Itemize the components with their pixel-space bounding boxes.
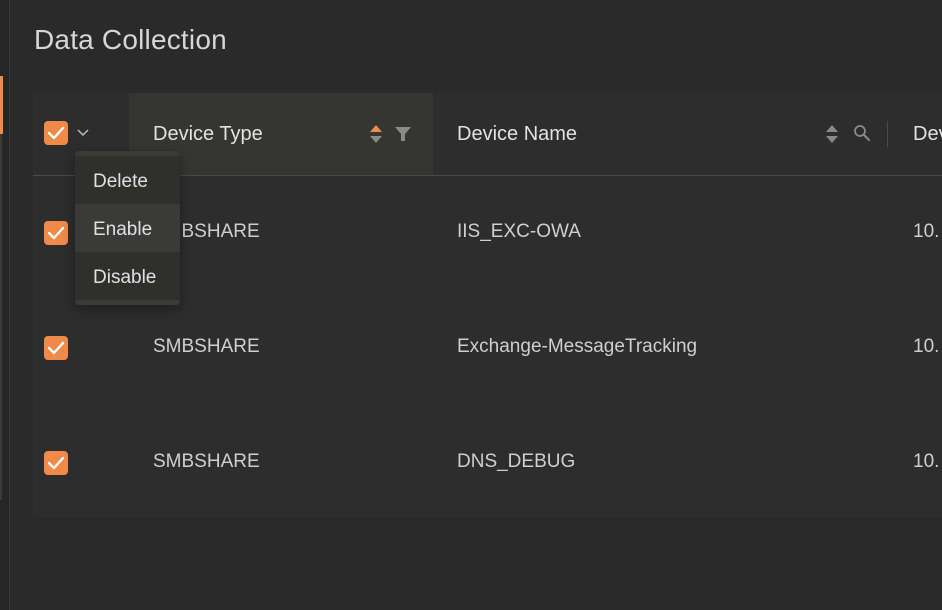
cell-device-type: SMBSHARE [153,336,260,357]
sort-icon[interactable] [369,123,383,145]
check-icon [47,341,65,355]
page-title: Data Collection [34,24,227,55]
check-icon [47,226,65,240]
column-header-device-ip[interactable]: Dev [889,93,942,175]
filter-icon[interactable] [394,125,412,143]
check-icon [47,126,65,140]
column-label-device-ip: Dev [913,123,942,145]
column-label-device-type: Device Type [153,123,263,145]
table-row[interactable]: SMBSHARE Exchange-MessageTracking 10. [33,291,942,406]
menu-item-label: Enable [93,219,153,240]
cell-device-ip: 10. [913,451,940,472]
menu-item-label: Disable [93,267,157,288]
cell-device-name: IIS_EXC-OWA [457,221,581,242]
sort-icon[interactable] [825,123,839,145]
cell-device-type: SMBSHARE [153,451,260,472]
check-icon [47,456,65,470]
cell-device-ip: 10. [913,336,940,357]
chevron-down-icon[interactable] [76,126,90,140]
menu-item-label: Delete [93,171,148,192]
select-all-checkbox[interactable] [44,121,68,145]
column-header-device-name[interactable]: Device Name [433,93,889,175]
column-label-device-name: Device Name [457,123,578,145]
menu-item-enable[interactable]: Enable [75,204,180,252]
cell-device-ip: 10. [913,221,940,242]
row-checkbox[interactable] [44,221,68,245]
nav-active-indicator [0,76,3,134]
rail-divider [0,134,2,500]
left-rail [0,0,10,610]
cell-device-name: DNS_DEBUG [457,451,576,472]
menu-item-disable[interactable]: Disable [75,252,180,300]
row-checkbox[interactable] [44,336,68,360]
cell-device-name: Exchange-MessageTracking [457,336,698,357]
bulk-action-menu: Delete Enable Disable [75,151,180,305]
table-row[interactable]: SMBSHARE DNS_DEBUG 10. [33,406,942,521]
row-checkbox[interactable] [44,451,68,475]
menu-item-delete[interactable]: Delete [75,156,180,204]
column-separator [887,121,888,147]
search-icon[interactable] [853,124,871,142]
